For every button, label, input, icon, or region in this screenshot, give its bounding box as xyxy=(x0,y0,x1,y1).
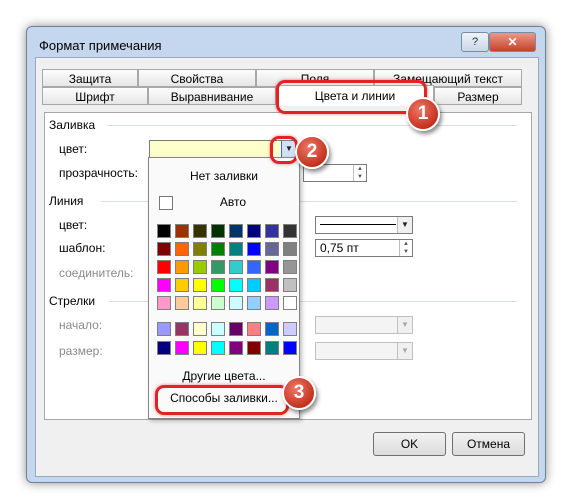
color-swatch[interactable] xyxy=(193,260,207,274)
color-swatch[interactable] xyxy=(193,341,207,355)
color-swatch[interactable] xyxy=(283,224,297,238)
color-swatch[interactable] xyxy=(229,260,243,274)
color-swatch[interactable] xyxy=(283,260,297,274)
tab-properties[interactable]: Свойства xyxy=(138,69,256,87)
color-swatch[interactable] xyxy=(229,224,243,238)
color-swatch[interactable] xyxy=(193,242,207,256)
connector-label: соединитель: xyxy=(59,266,134,280)
transparency-spin-arrows[interactable]: ▲ ▼ xyxy=(353,165,366,181)
color-swatch[interactable] xyxy=(265,224,279,238)
color-swatch[interactable] xyxy=(247,341,261,355)
color-swatch[interactable] xyxy=(229,322,243,336)
step-badge-2: 2 xyxy=(295,135,329,169)
color-swatch[interactable] xyxy=(193,278,207,292)
color-swatch[interactable] xyxy=(157,322,171,336)
color-swatch[interactable] xyxy=(193,296,207,310)
color-swatch[interactable] xyxy=(265,260,279,274)
line-weight-value: 0,75 пт xyxy=(320,241,359,255)
auto-color-option[interactable]: Авто xyxy=(167,195,299,209)
highlight-frame-fill-effects xyxy=(155,385,289,415)
color-swatch[interactable] xyxy=(229,296,243,310)
color-swatch[interactable] xyxy=(229,278,243,292)
color-swatch[interactable] xyxy=(175,341,189,355)
color-swatch[interactable] xyxy=(229,242,243,256)
step-badge-1: 1 xyxy=(406,97,440,131)
close-button[interactable]: ✕ xyxy=(489,32,536,52)
color-swatch[interactable] xyxy=(157,260,171,274)
color-swatch[interactable] xyxy=(157,296,171,310)
color-swatch[interactable] xyxy=(247,278,261,292)
color-swatch[interactable] xyxy=(175,322,189,336)
transparency-label: прозрачность: xyxy=(59,166,138,180)
cancel-button[interactable]: Отмена xyxy=(452,432,525,456)
highlight-frame-tab xyxy=(276,80,427,114)
color-swatch[interactable] xyxy=(247,242,261,256)
tab-size[interactable]: Размер xyxy=(434,87,522,105)
color-swatch[interactable] xyxy=(283,322,297,336)
tab-font[interactable]: Шрифт xyxy=(42,87,148,105)
arrow-end-style-combo[interactable]: ▼ xyxy=(315,316,413,334)
color-swatch[interactable] xyxy=(247,296,261,310)
no-fill-option[interactable]: Нет заливки xyxy=(149,169,299,183)
arrow-end-style-dropdown[interactable]: ▼ xyxy=(397,317,412,333)
ok-button[interactable]: OK xyxy=(373,432,446,456)
arrow-end-size-combo[interactable]: ▼ xyxy=(315,342,413,360)
line-style-dropdown-arrow[interactable]: ▼ xyxy=(397,217,412,233)
color-swatch[interactable] xyxy=(193,322,207,336)
color-swatch[interactable] xyxy=(283,341,297,355)
line-weight-spin-arrows[interactable]: ▲ ▼ xyxy=(399,240,412,256)
step-badge-3: 3 xyxy=(282,376,316,410)
dialog-title: Формат примечания xyxy=(39,38,162,53)
color-swatch[interactable] xyxy=(265,278,279,292)
tab-protection[interactable]: Защита xyxy=(42,69,138,87)
color-swatch[interactable] xyxy=(229,341,243,355)
color-swatch[interactable] xyxy=(175,260,189,274)
fill-section-title: Заливка xyxy=(49,118,96,132)
arrows-section-title: Стрелки xyxy=(49,294,96,308)
color-swatch[interactable] xyxy=(211,341,225,355)
color-swatch[interactable] xyxy=(157,224,171,238)
line-section-title: Линия xyxy=(49,194,84,208)
color-swatch[interactable] xyxy=(283,296,297,310)
color-swatch[interactable] xyxy=(211,260,225,274)
color-swatch[interactable] xyxy=(265,242,279,256)
color-swatch[interactable] xyxy=(247,322,261,336)
color-swatch[interactable] xyxy=(211,224,225,238)
line-color-label: цвет: xyxy=(59,218,88,232)
more-colors-option[interactable]: Другие цвета... xyxy=(149,369,299,383)
color-swatch[interactable] xyxy=(265,296,279,310)
color-swatch[interactable] xyxy=(175,296,189,310)
color-swatch[interactable] xyxy=(247,224,261,238)
color-swatch[interactable] xyxy=(157,242,171,256)
tab-alignment[interactable]: Выравнивание xyxy=(148,87,276,105)
fill-color-popup: Нет заливки Авто Другие цвета... Способы… xyxy=(148,157,300,419)
fill-color-label: цвет: xyxy=(59,142,88,156)
arrow-size-label: размер: xyxy=(59,344,103,358)
color-swatch[interactable] xyxy=(175,242,189,256)
color-swatch[interactable] xyxy=(211,278,225,292)
line-style-preview xyxy=(320,224,396,225)
color-swatch[interactable] xyxy=(175,224,189,238)
arrow-start-label: начало: xyxy=(59,318,103,332)
color-swatch[interactable] xyxy=(211,296,225,310)
color-swatch[interactable] xyxy=(283,278,297,292)
color-swatch[interactable] xyxy=(211,242,225,256)
color-swatch[interactable] xyxy=(211,322,225,336)
color-swatch[interactable] xyxy=(265,341,279,355)
line-weight-spinner[interactable]: 0,75 пт ▲ ▼ xyxy=(315,239,413,257)
fill-separator xyxy=(107,125,517,126)
color-swatch[interactable] xyxy=(175,278,189,292)
line-pattern-label: шаблон: xyxy=(59,241,106,255)
help-button[interactable]: ? xyxy=(461,32,489,52)
color-swatch[interactable] xyxy=(265,322,279,336)
color-swatch[interactable] xyxy=(247,260,261,274)
color-swatch[interactable] xyxy=(193,224,207,238)
color-swatch[interactable] xyxy=(283,242,297,256)
color-swatch[interactable] xyxy=(157,341,171,355)
highlight-frame-dropdown xyxy=(270,136,298,164)
color-swatch[interactable] xyxy=(157,278,171,292)
line-style-combo[interactable]: ▼ xyxy=(315,216,413,234)
arrow-end-size-dropdown[interactable]: ▼ xyxy=(397,343,412,359)
